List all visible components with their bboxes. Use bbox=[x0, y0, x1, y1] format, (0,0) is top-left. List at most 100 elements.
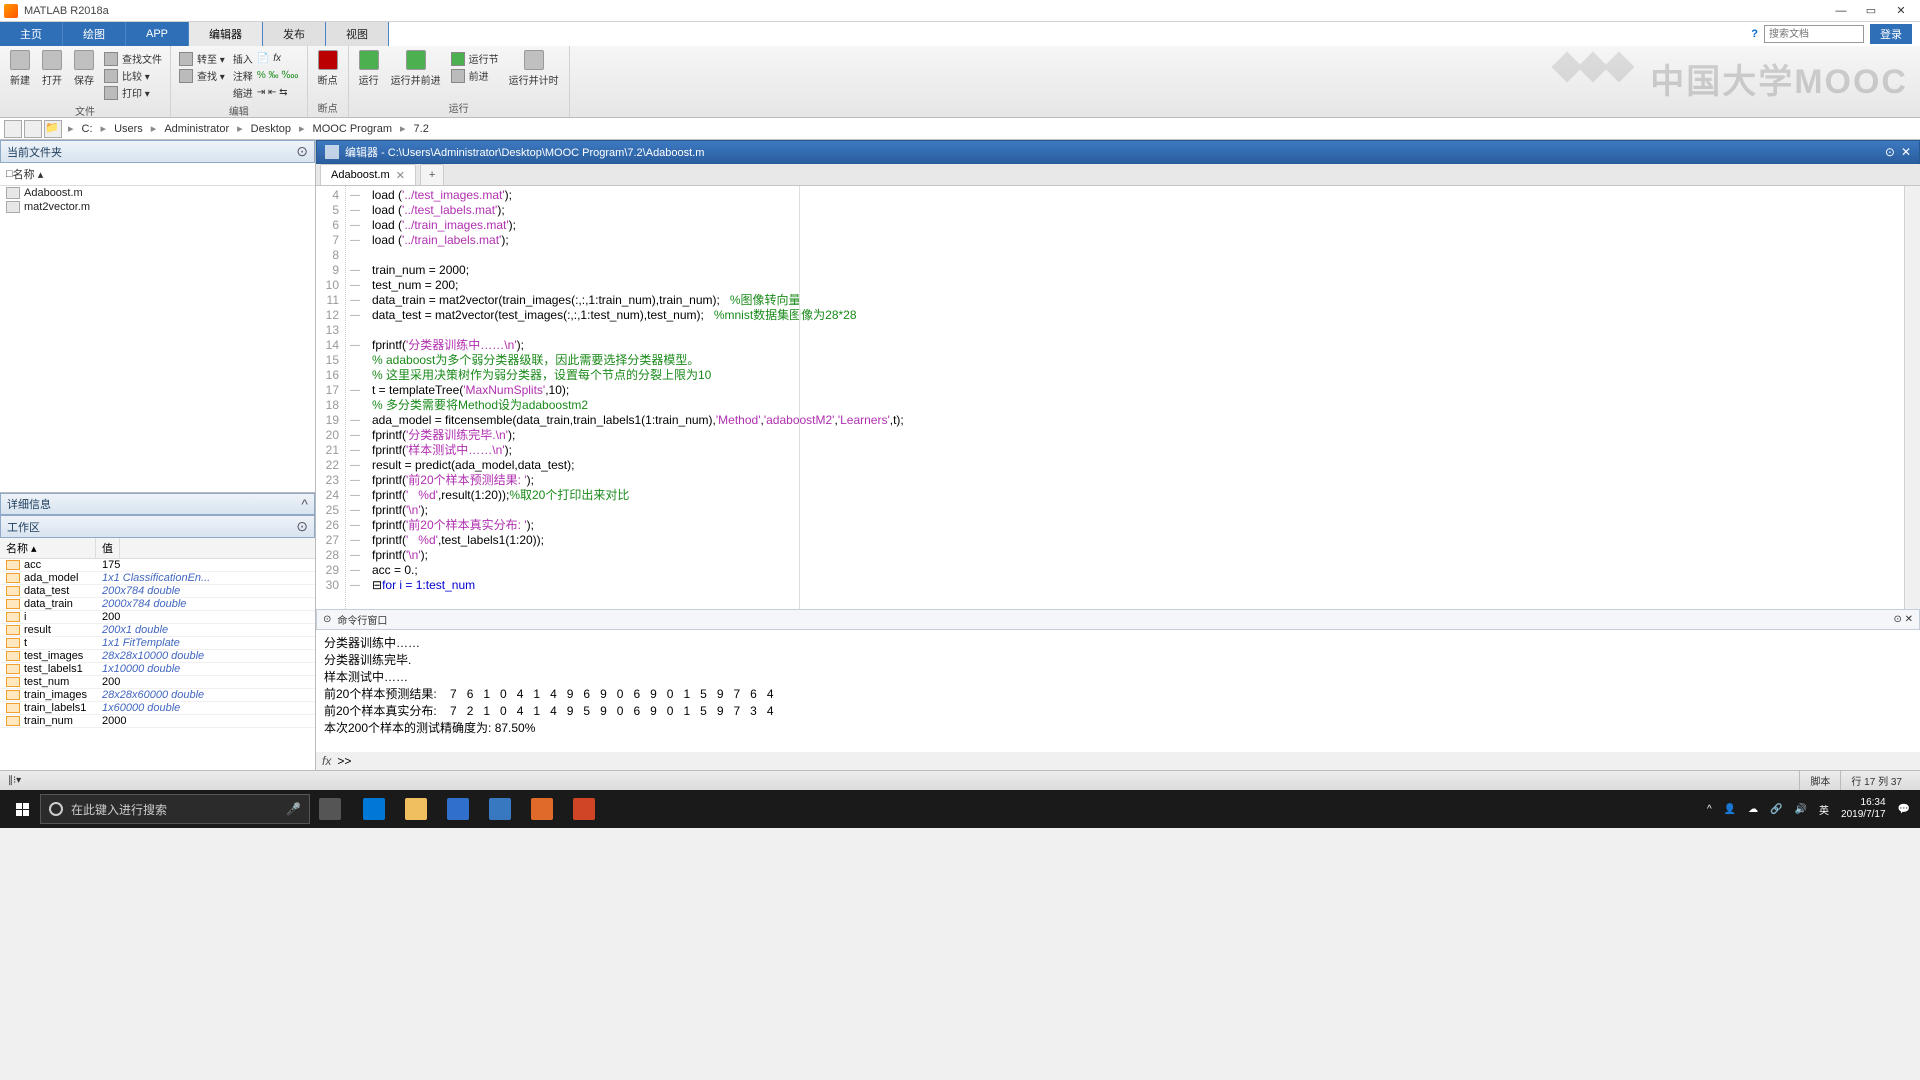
ws-row[interactable]: i200 bbox=[0, 611, 315, 624]
ws-row[interactable]: test_images28x28x10000 double bbox=[0, 650, 315, 663]
windows-search[interactable]: 在此键入进行搜索🎤 bbox=[40, 794, 310, 824]
window-title: MATLAB R2018a bbox=[24, 5, 109, 17]
task-mail[interactable] bbox=[480, 794, 520, 824]
tray-ime[interactable]: 英 bbox=[1819, 802, 1829, 817]
new-button[interactable]: 新建 bbox=[4, 48, 36, 103]
ws-row[interactable]: train_images28x28x60000 double bbox=[0, 689, 315, 702]
tray-notif-icon[interactable]: 💬 bbox=[1898, 804, 1910, 815]
login-button[interactable]: 登录 bbox=[1870, 24, 1912, 44]
tray-up-icon[interactable]: ^ bbox=[1707, 804, 1712, 815]
comment-button[interactable]: 注释 % ‰ ‱ bbox=[233, 67, 299, 84]
ws-row[interactable]: test_labels11x10000 double bbox=[0, 663, 315, 676]
close-button[interactable]: ✕ bbox=[1886, 1, 1916, 21]
crumb-mooc[interactable]: MOOC Program bbox=[311, 123, 394, 135]
help-icon[interactable]: ? bbox=[1751, 28, 1758, 40]
nav-back-button[interactable] bbox=[4, 120, 22, 138]
workspace-header[interactable]: 工作区⊙ bbox=[0, 515, 315, 538]
start-button[interactable] bbox=[4, 794, 40, 824]
windows-taskbar: 在此键入进行搜索🎤 ^ 👤 ☁ 🔗 🔊 英 16:342019/7/17 💬 bbox=[0, 790, 1920, 828]
mfile-icon bbox=[6, 187, 20, 199]
tab-editor[interactable]: 编辑器 bbox=[189, 22, 263, 46]
editor-dock-icon[interactable]: ⊙ bbox=[1885, 145, 1895, 159]
ws-row[interactable]: train_labels11x60000 double bbox=[0, 702, 315, 715]
file-column-name[interactable]: □ 名称 ▴ bbox=[0, 163, 315, 186]
collapse-icon[interactable]: ⊙ bbox=[296, 143, 308, 160]
tray-people-icon[interactable]: 👤 bbox=[1724, 804, 1736, 815]
crumb-users[interactable]: Users bbox=[112, 123, 145, 135]
tab-plot[interactable]: 绘图 bbox=[63, 22, 126, 46]
run-advance-button[interactable]: 运行并前进 bbox=[385, 48, 447, 89]
status-location: 行 17 列 37 bbox=[1840, 771, 1912, 790]
ws-row[interactable]: test_num200 bbox=[0, 676, 315, 689]
task-powerpoint[interactable] bbox=[564, 794, 604, 824]
run-button[interactable]: 运行 bbox=[353, 48, 385, 89]
code-editor[interactable]: 4567891011121314151617181920212223242526… bbox=[316, 186, 1920, 609]
file-item[interactable]: Adaboost.m bbox=[0, 186, 315, 200]
cmd-header[interactable]: ⊙命令行窗口⊙ ✕ bbox=[316, 609, 1920, 630]
ws-col-name[interactable]: 名称 ▴ bbox=[0, 538, 96, 558]
task-edge[interactable] bbox=[354, 794, 394, 824]
open-button[interactable]: 打开 bbox=[36, 48, 68, 103]
ws-row[interactable]: data_train2000x784 double bbox=[0, 598, 315, 611]
ws-row[interactable]: train_num2000 bbox=[0, 715, 315, 728]
breakpoints-button[interactable]: 断点 bbox=[312, 48, 344, 89]
insert-button[interactable]: 插入 📄 fx bbox=[233, 50, 299, 67]
task-matlab[interactable] bbox=[522, 794, 562, 824]
current-folder-header[interactable]: 当前文件夹⊙ bbox=[0, 140, 315, 163]
mfile-icon bbox=[6, 201, 20, 213]
editor-icon bbox=[325, 145, 339, 159]
find-files-button[interactable]: 查找文件 bbox=[104, 50, 162, 67]
print-button[interactable]: 打印 ▾ bbox=[104, 84, 162, 101]
tray-cloud-icon[interactable]: ☁ bbox=[1748, 804, 1758, 815]
toolstrip-tabs: 主页 绘图 APP 编辑器 发布 视图 ? 登录 bbox=[0, 22, 1920, 46]
indent-button[interactable]: 缩进 ⇥ ⇤ ⇆ bbox=[233, 84, 299, 101]
editor-tabs: Adaboost.m✕ + bbox=[316, 164, 1920, 186]
save-button[interactable]: 保存 bbox=[68, 48, 100, 103]
find-button[interactable]: 查找 ▾ bbox=[179, 67, 225, 84]
run-section-button[interactable]: 运行节 bbox=[451, 50, 499, 67]
nav-fwd-button[interactable] bbox=[24, 120, 42, 138]
group-file-label: 文件 bbox=[4, 103, 166, 118]
maximize-button[interactable]: ▭ bbox=[1856, 1, 1886, 21]
crumb-admin[interactable]: Administrator bbox=[162, 123, 231, 135]
command-output[interactable]: 分类器训练中…… 分类器训练完毕. 样本测试中…… 前20个样本预测结果: 7 … bbox=[316, 630, 1920, 752]
editor-path: 编辑器 - C:\Users\Administrator\Desktop\MOO… bbox=[345, 144, 704, 160]
file-item[interactable]: mat2vector.m bbox=[0, 200, 315, 214]
editor-close-icon[interactable]: ✕ bbox=[1901, 145, 1911, 159]
run-time-button[interactable]: 运行并计时 bbox=[503, 48, 565, 89]
ws-row[interactable]: ada_model1x1 ClassificationEn... bbox=[0, 572, 315, 585]
ws-col-value[interactable]: 值 bbox=[96, 538, 120, 558]
detail-header[interactable]: 详细信息^ bbox=[0, 493, 315, 515]
address-bar: 📁 ▸C: ▸Users ▸Administrator ▸Desktop ▸MO… bbox=[0, 118, 1920, 140]
task-store[interactable] bbox=[438, 794, 478, 824]
compare-button[interactable]: 比较 ▾ bbox=[104, 67, 162, 84]
command-prompt[interactable]: fx>> bbox=[316, 752, 1920, 770]
ws-row[interactable]: acc175 bbox=[0, 559, 315, 572]
group-bp-label: 断点 bbox=[312, 100, 344, 115]
crumb-72[interactable]: 7.2 bbox=[412, 123, 431, 135]
ws-row[interactable]: result200x1 double bbox=[0, 624, 315, 637]
tab-view[interactable]: 视图 bbox=[326, 22, 389, 46]
editor-tab[interactable]: Adaboost.m✕ bbox=[320, 164, 416, 185]
tray-vol-icon[interactable]: 🔊 bbox=[1795, 804, 1807, 815]
tab-add-button[interactable]: + bbox=[420, 164, 444, 185]
tab-publish[interactable]: 发布 bbox=[263, 22, 326, 46]
matlab-logo-icon bbox=[4, 4, 18, 18]
advance-button[interactable]: 前进 bbox=[451, 67, 499, 84]
task-view-button[interactable] bbox=[310, 794, 350, 824]
crumb-c[interactable]: C: bbox=[80, 123, 95, 135]
ws-row[interactable]: t1x1 FitTemplate bbox=[0, 637, 315, 650]
ws-row[interactable]: data_test200x784 double bbox=[0, 585, 315, 598]
task-explorer[interactable] bbox=[396, 794, 436, 824]
goto-button[interactable]: 转至 ▾ bbox=[179, 50, 225, 67]
doc-search-input[interactable] bbox=[1764, 25, 1864, 43]
tray-clock[interactable]: 16:342019/7/17 bbox=[1841, 797, 1886, 821]
tray-net-icon[interactable]: 🔗 bbox=[1770, 804, 1782, 815]
tab-home[interactable]: 主页 bbox=[0, 22, 63, 46]
minimize-button[interactable]: — bbox=[1826, 1, 1856, 21]
editor-scrollbar[interactable] bbox=[1904, 186, 1920, 609]
crumb-desktop[interactable]: Desktop bbox=[249, 123, 293, 135]
tab-app[interactable]: APP bbox=[126, 22, 189, 46]
tab-close-icon[interactable]: ✕ bbox=[396, 169, 405, 182]
folder-up-button[interactable]: 📁 bbox=[44, 120, 62, 138]
